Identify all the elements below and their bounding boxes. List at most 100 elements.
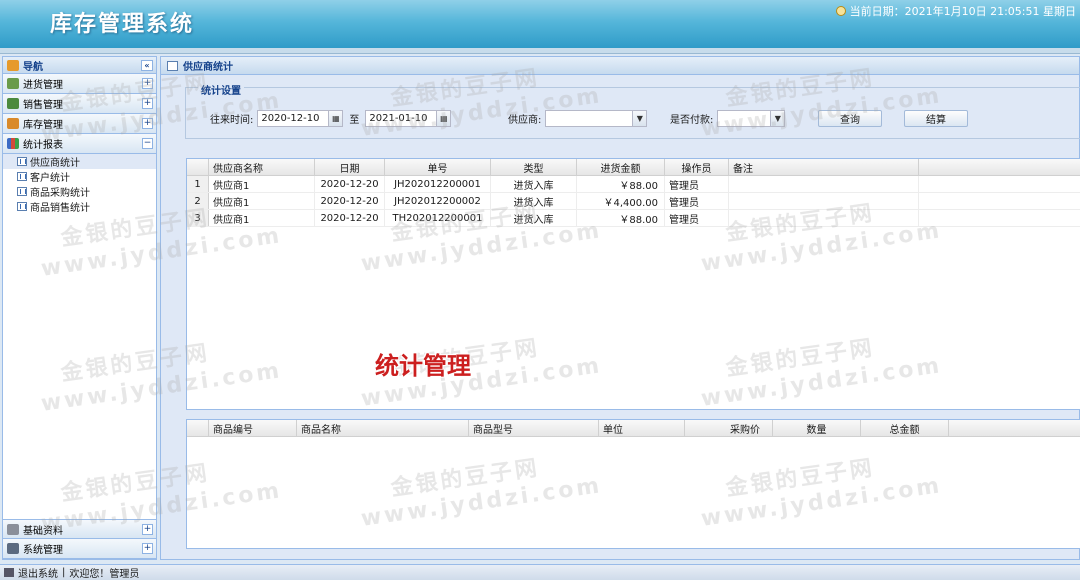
supplier-grid: 供应商名称 日期 单号 类型 进货金额 操作员 备注 1 供应商1 2020-1… [186, 158, 1080, 410]
column-header[interactable]: 类型 [491, 159, 577, 175]
overlay-caption: 统计管理 [375, 352, 471, 380]
expand-icon[interactable]: + [142, 523, 153, 535]
row-number: 2 [187, 193, 209, 209]
column-header[interactable]: 供应商名称 [209, 159, 315, 175]
expand-icon[interactable]: + [142, 118, 153, 129]
expand-icon[interactable]: + [142, 98, 153, 109]
settings-legend: 统计设置 [198, 82, 244, 97]
column-header[interactable]: 单号 [385, 159, 491, 175]
type-cell: 进货入库 [491, 193, 577, 209]
type-cell: 进货入库 [491, 210, 577, 226]
column-header[interactable]: 商品编号 [209, 420, 297, 436]
tree-item-label: 供应商统计 [30, 158, 80, 169]
report-icon [17, 202, 27, 211]
expand-icon[interactable]: + [142, 78, 153, 89]
app-title: 库存管理系统 [50, 12, 195, 37]
product-grid: 商品编号 商品名称 商品型号 单位 采购价 数量 总金额 [186, 419, 1080, 549]
date-text: 当前日期：2021年1月10日 21:05:51 星期日 [849, 5, 1076, 18]
folder-icon [7, 118, 19, 129]
chart-icon [7, 138, 19, 149]
report-icon [17, 157, 27, 166]
supplier-label: 供应商: [508, 115, 542, 126]
panel-title: 供应商统计 [183, 62, 233, 73]
sidebar-section-inventory[interactable]: 库存管理 + [3, 114, 156, 134]
to-date-field[interactable]: 2021-01-10 [365, 110, 438, 127]
supplier-cell: 供应商1 [209, 176, 315, 192]
panel-header: 供应商统计 [161, 57, 1079, 75]
expand-icon[interactable]: + [142, 543, 153, 554]
tree-item-label: 商品销售统计 [30, 203, 90, 214]
calendar-icon[interactable]: ▦ [329, 110, 344, 127]
sidebar-title: 导航 [23, 61, 43, 73]
row-number: 1 [187, 176, 209, 192]
amount-cell: ￥4,400.00 [577, 193, 665, 209]
chevron-down-icon[interactable]: ▼ [633, 110, 648, 127]
supplier-select[interactable] [545, 110, 634, 127]
row-number-header [187, 159, 209, 175]
column-header[interactable]: 采购价 [685, 420, 773, 436]
collapse-icon[interactable]: − [142, 138, 153, 149]
amount-cell: ￥88.00 [577, 210, 665, 226]
system-icon [7, 543, 19, 554]
table-row[interactable]: 1 供应商1 2020-12-20 JH202012200001 进货入库 ￥8… [187, 176, 1080, 193]
tree-item-supplier-stats[interactable]: 供应商统计 [3, 154, 156, 169]
paid-select[interactable] [717, 110, 772, 127]
tree-item-customer-stats[interactable]: 客户统计 [3, 169, 156, 184]
sidebar-section-label: 进货管理 [23, 80, 63, 91]
settle-button[interactable]: 结算 [904, 110, 968, 127]
date-cell: 2020-12-20 [315, 210, 385, 226]
column-header[interactable]: 商品型号 [469, 420, 599, 436]
order-no-cell: JH202012200001 [385, 176, 491, 192]
from-date-field[interactable]: 2020-12-10 [257, 110, 330, 127]
chevron-down-icon[interactable]: ▼ [771, 110, 786, 127]
column-header[interactable]: 操作员 [665, 159, 729, 175]
column-header[interactable]: 数量 [773, 420, 861, 436]
sidebar-section-purchase[interactable]: 进货管理 + [3, 74, 156, 94]
purchase-icon [7, 78, 19, 89]
operator-cell: 管理员 [665, 176, 729, 192]
tree-item-purchase-stats[interactable]: 商品采购统计 [3, 184, 156, 199]
order-no-cell: TH202012200001 [385, 210, 491, 226]
note-cell [729, 210, 919, 226]
sidebar: 导航 « 进货管理 + 销售管理 + 库存管理 + 统计报表 − 供应商统计 客… [2, 56, 157, 560]
column-header[interactable]: 进货金额 [577, 159, 665, 175]
column-header[interactable]: 商品名称 [297, 420, 469, 436]
compass-icon [7, 59, 19, 71]
table-row[interactable]: 2 供应商1 2020-12-20 JH202012200002 进货入库 ￥4… [187, 193, 1080, 210]
column-header[interactable]: 备注 [729, 159, 919, 175]
sidebar-bottom-sections: 基础资料 + 系统管理 + [3, 519, 156, 559]
sidebar-section-label: 系统管理 [23, 545, 63, 556]
sidebar-section-label: 基础资料 [23, 525, 63, 537]
sidebar-section-label: 库存管理 [23, 120, 63, 131]
to-label: 至 [349, 115, 360, 126]
tree-item-label: 商品采购统计 [30, 188, 90, 199]
column-header[interactable]: 单位 [599, 420, 685, 436]
calendar-icon[interactable]: ▦ [437, 110, 452, 127]
sidebar-header: 导航 « [3, 57, 156, 74]
date-range-filter: 往来时间: 2020-12-10 ▦ 至 2021-01-10 ▦ [210, 110, 452, 127]
table-row[interactable]: 3 供应商1 2020-12-20 TH202012200001 进货入库 ￥8… [187, 210, 1080, 227]
sidebar-section-label: 销售管理 [23, 100, 63, 111]
main-panel: 供应商统计 统计设置 往来时间: 2020-12-10 ▦ 至 2021-01-… [160, 56, 1080, 560]
report-icon [17, 172, 27, 181]
column-header[interactable]: 总金额 [861, 420, 949, 436]
collapse-sidebar-button[interactable]: « [141, 59, 153, 71]
date-cell: 2020-12-20 [315, 193, 385, 209]
order-no-cell: JH202012200002 [385, 193, 491, 209]
supplier-cell: 供应商1 [209, 193, 315, 209]
time-label: 往来时间: [210, 115, 254, 126]
query-button[interactable]: 查询 [818, 110, 882, 127]
tree-item-sales-stats[interactable]: 商品销售统计 [3, 199, 156, 214]
sidebar-section-system[interactable]: 系统管理 + [3, 539, 156, 559]
report-icon [167, 60, 178, 71]
header-divider [0, 48, 1080, 54]
note-cell [729, 176, 919, 192]
column-header[interactable]: 日期 [315, 159, 385, 175]
settings-fieldset: 统计设置 往来时间: 2020-12-10 ▦ 至 2021-01-10 ▦ 供… [185, 82, 1080, 139]
date-cell: 2020-12-20 [315, 176, 385, 192]
sidebar-section-sales[interactable]: 销售管理 + [3, 94, 156, 114]
logout-link[interactable]: 退出系统 [18, 565, 58, 580]
sidebar-section-basic-data[interactable]: 基础资料 + [3, 519, 156, 539]
sidebar-section-reports[interactable]: 统计报表 − [3, 134, 156, 154]
operator-cell: 管理员 [665, 193, 729, 209]
